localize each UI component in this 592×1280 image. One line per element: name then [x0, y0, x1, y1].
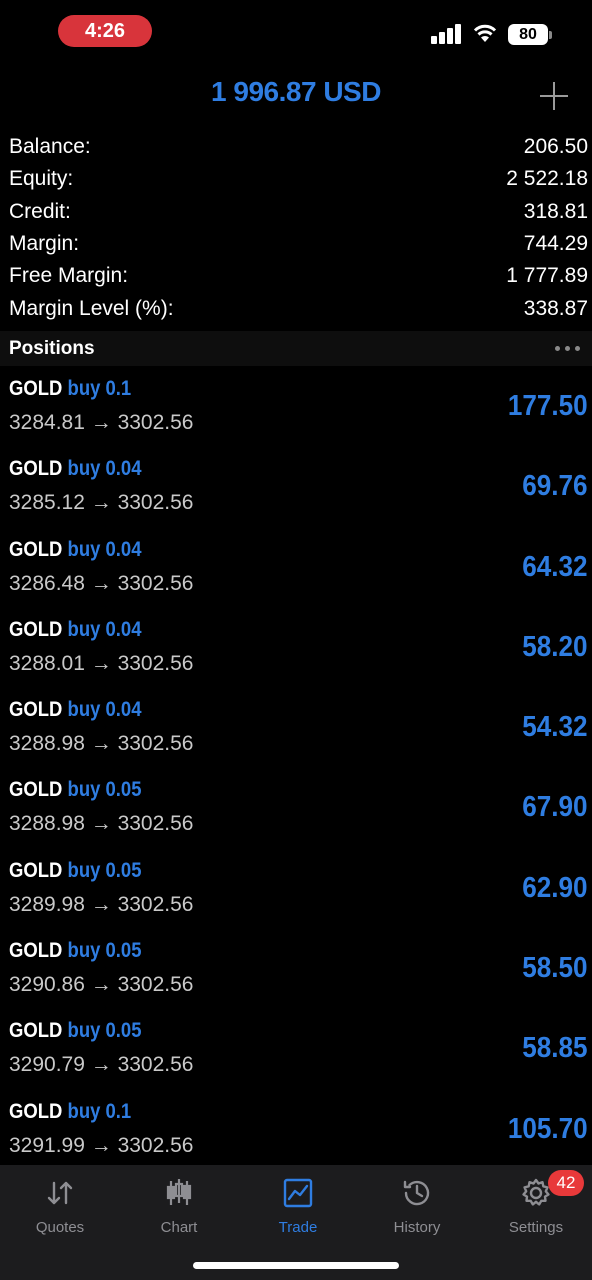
status-time: 4:26 [58, 15, 152, 47]
position-profit: 105.70 [508, 1112, 588, 1145]
position-prices: 3291.99 → 3302.56 [9, 1133, 194, 1157]
position-row[interactable]: GOLD buy 0.05 3288.98 → 3302.56 67.90 [0, 772, 592, 852]
wifi-icon [473, 24, 497, 42]
position-row[interactable]: GOLD buy 0.05 3290.79 → 3302.56 58.85 [0, 1013, 592, 1093]
position-profit: 64.32 [522, 550, 588, 583]
candlestick-icon [124, 1175, 234, 1211]
position-symbol: GOLD [9, 858, 63, 882]
account-label: Margin: [9, 232, 80, 256]
account-value: 318.81 [523, 199, 588, 223]
account-summary: Balance: 206.50 Equity: 2 522.18 Credit:… [0, 131, 592, 325]
new-order-plus-icon[interactable] [538, 80, 570, 112]
tab-label: Quotes [35, 1219, 85, 1236]
position-row[interactable]: GOLD buy 0.04 3285.12 → 3302.56 69.76 [0, 451, 592, 531]
position-symbol: GOLD [9, 457, 63, 481]
position-symbol: GOLD [9, 617, 63, 641]
tab-chart[interactable]: Chart [124, 1175, 234, 1236]
settings-notification-badge: 42 [548, 1170, 584, 1196]
position-prices: 3289.98 → 3302.56 [9, 892, 194, 916]
account-label: Balance: [9, 135, 91, 159]
position-row[interactable]: GOLD buy 0.04 3286.48 → 3302.56 64.32 [0, 532, 592, 612]
account-row-equity: Equity: 2 522.18 [0, 163, 592, 195]
account-row-margin: Margin: 744.29 [0, 228, 592, 260]
trade-chart-icon [243, 1175, 353, 1211]
account-value: 1 777.89 [506, 264, 588, 288]
positions-title: Positions [9, 337, 95, 359]
position-symbol: GOLD [9, 778, 63, 802]
more-options-icon[interactable] [555, 346, 580, 351]
tab-quotes[interactable]: Quotes [5, 1175, 115, 1236]
position-side: buy 0.04 [67, 537, 142, 561]
position-prices: 3290.79 → 3302.56 [9, 1053, 194, 1077]
position-profit: 54.32 [522, 711, 588, 744]
position-symbol: GOLD [9, 537, 63, 561]
position-side: buy 0.05 [67, 939, 142, 963]
battery-icon: 80 [508, 24, 548, 45]
account-row-margin-level: Margin Level (%): 338.87 [0, 292, 592, 324]
position-prices: 3285.12 → 3302.56 [9, 491, 194, 515]
position-profit: 67.90 [522, 791, 588, 824]
cellular-signal-icon [431, 24, 463, 44]
position-side: buy 0.05 [67, 1019, 142, 1043]
battery-tip [549, 31, 552, 39]
position-symbol: GOLD [9, 1019, 63, 1043]
position-row[interactable]: GOLD buy 0.1 3284.81 → 3302.56 177.50 [0, 371, 592, 451]
position-side: buy 0.04 [67, 698, 142, 722]
position-prices: 3288.01 → 3302.56 [9, 651, 194, 675]
position-side: buy 0.04 [67, 457, 142, 481]
position-profit: 58.50 [522, 952, 588, 985]
position-profit: 177.50 [508, 390, 588, 422]
account-value: 206.50 [523, 135, 588, 159]
positions-list: GOLD buy 0.1 3284.81 → 3302.56 177.50 GO… [0, 371, 592, 1174]
account-label: Credit: [9, 199, 71, 223]
tab-label: Chart [160, 1219, 198, 1236]
status-bar: 4:26 80 [0, 0, 592, 64]
account-row-credit: Credit: 318.81 [0, 196, 592, 228]
position-side: buy 0.05 [67, 778, 142, 802]
position-profit: 58.20 [522, 630, 588, 663]
position-profit: 62.90 [522, 871, 588, 904]
position-row[interactable]: GOLD buy 0.1 3291.99 → 3302.56 105.70 [0, 1094, 592, 1174]
position-side: buy 0.05 [67, 858, 142, 882]
position-profit: 58.85 [522, 1032, 588, 1065]
position-row[interactable]: GOLD buy 0.04 3288.01 → 3302.56 58.20 [0, 612, 592, 692]
account-label: Equity: [9, 167, 74, 191]
position-profit: 69.76 [522, 470, 588, 503]
account-label: Margin Level (%): [9, 296, 174, 320]
positions-section-header: Positions [0, 331, 592, 366]
position-side: buy 0.04 [67, 617, 142, 641]
position-symbol: GOLD [9, 1099, 63, 1123]
tab-label: Trade [278, 1219, 318, 1236]
account-row-balance: Balance: 206.50 [0, 131, 592, 163]
position-prices: 3284.81 → 3302.56 [9, 411, 194, 434]
position-symbol: GOLD [9, 377, 63, 400]
position-symbol: GOLD [9, 698, 63, 722]
position-row[interactable]: GOLD buy 0.05 3289.98 → 3302.56 62.90 [0, 853, 592, 933]
account-profit-title: 1 996.87 USD [211, 76, 381, 107]
position-prices: 3286.48 → 3302.56 [9, 571, 194, 595]
home-indicator[interactable] [193, 1262, 399, 1269]
position-side: buy 0.1 [67, 377, 132, 400]
tab-label: History [393, 1219, 441, 1236]
position-prices: 3288.98 → 3302.56 [9, 732, 194, 756]
position-row[interactable]: GOLD buy 0.04 3288.98 → 3302.56 54.32 [0, 692, 592, 772]
account-value: 744.29 [523, 232, 588, 256]
position-prices: 3290.86 → 3302.56 [9, 973, 194, 997]
history-clock-icon [362, 1175, 472, 1211]
account-value: 2 522.18 [506, 167, 588, 191]
account-label: Free Margin: [9, 264, 129, 288]
tab-history[interactable]: History [362, 1175, 472, 1236]
position-side: buy 0.1 [67, 1099, 132, 1123]
position-prices: 3288.98 → 3302.56 [9, 812, 194, 836]
quotes-arrows-icon [5, 1175, 115, 1211]
tab-trade[interactable]: Trade [243, 1175, 353, 1236]
account-value: 338.87 [523, 296, 588, 320]
position-row[interactable]: GOLD buy 0.05 3290.86 → 3302.56 58.50 [0, 933, 592, 1013]
tab-label: Settings [508, 1219, 564, 1236]
position-symbol: GOLD [9, 939, 63, 963]
account-row-free-margin: Free Margin: 1 777.89 [0, 260, 592, 292]
